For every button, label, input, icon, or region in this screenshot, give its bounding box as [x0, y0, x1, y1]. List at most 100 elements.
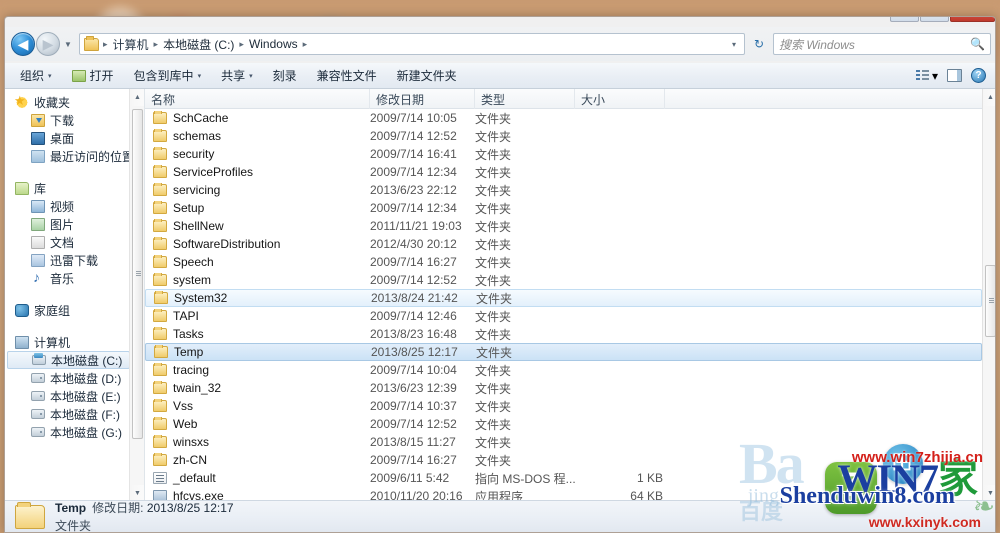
- table-row[interactable]: system 2009/7/14 12:52 文件夹: [145, 271, 982, 289]
- sidebar-item-pictures[interactable]: 图片: [5, 215, 144, 233]
- close-button[interactable]: ✕: [950, 17, 995, 22]
- file-type-cell: 文件夹: [475, 399, 512, 414]
- column-header-name[interactable]: 名称: [145, 89, 370, 109]
- table-row[interactable]: schemas 2009/7/14 12:52 文件夹: [145, 127, 982, 145]
- file-name-cell: zh-CN: [145, 453, 370, 467]
- table-row[interactable]: SoftwareDistribution 2012/4/30 20:12 文件夹: [145, 235, 982, 253]
- share-button[interactable]: 共享 ▾: [212, 65, 262, 87]
- sidebar-item-local-disk-f[interactable]: 本地磁盘 (F:): [5, 405, 144, 423]
- table-row[interactable]: ServiceProfiles 2009/7/14 12:34 文件夹: [145, 163, 982, 181]
- scrollbar-thumb[interactable]: [985, 265, 995, 337]
- burn-button[interactable]: 刻录: [264, 65, 306, 87]
- chevron-down-icon: ▼: [64, 39, 72, 49]
- file-type-cell: 文件夹: [475, 111, 512, 126]
- breadcrumb-item-windows[interactable]: Windows: [246, 37, 301, 51]
- table-row[interactable]: servicing 2013/6/23 22:12 文件夹: [145, 181, 982, 199]
- folder-icon: [153, 255, 167, 268]
- downloads-icon: [31, 113, 45, 127]
- column-label: 大小: [581, 92, 606, 107]
- scroll-up-icon[interactable]: ▲: [130, 89, 144, 106]
- maximize-button[interactable]: [920, 17, 949, 22]
- sidebar-item-local-disk-e[interactable]: 本地磁盘 (E:): [5, 387, 144, 405]
- table-row[interactable]: winsxs 2013/8/15 11:27 文件夹: [145, 433, 982, 451]
- sidebar-item-thunder-download[interactable]: 迅雷下载: [5, 251, 144, 269]
- sidebar-item-local-disk-c[interactable]: 本地磁盘 (C:): [7, 351, 130, 369]
- file-name-cell: SchCache: [145, 111, 370, 125]
- details-date-label: 修改日期:: [92, 501, 144, 515]
- table-row[interactable]: TAPI 2009/7/14 12:46 文件夹: [145, 307, 982, 325]
- organize-button[interactable]: 组织 ▾: [11, 65, 61, 87]
- table-row[interactable]: ShellNew 2011/11/21 19:03 文件夹: [145, 217, 982, 235]
- breadcrumb-item-local-disk[interactable]: 本地磁盘 (C:): [160, 36, 237, 53]
- search-icon: 🔍: [970, 37, 985, 51]
- column-header-size[interactable]: 大小: [575, 89, 665, 109]
- file-type-cell: 文件夹: [475, 453, 512, 468]
- file-list-scrollbar[interactable]: ▲ ▼: [982, 89, 995, 502]
- include-in-library-button[interactable]: 包含到库中 ▾: [125, 65, 211, 87]
- scroll-up-icon[interactable]: ▲: [983, 89, 995, 106]
- file-type-cell: 文件夹: [475, 219, 512, 234]
- refresh-button[interactable]: ↻: [748, 33, 770, 55]
- chevron-down-icon[interactable]: ▾: [728, 40, 740, 49]
- folder-icon: [153, 201, 167, 214]
- file-name-label: twain_32: [173, 381, 222, 395]
- file-type-cell: 文件夹: [475, 129, 512, 144]
- column-header-type[interactable]: 类型: [475, 89, 575, 109]
- open-button[interactable]: 打开: [63, 65, 123, 87]
- sidebar-item-documents[interactable]: 文档: [5, 233, 144, 251]
- sidebar-item-desktop[interactable]: 桌面: [5, 129, 144, 147]
- include-in-library-label: 包含到库中: [133, 69, 194, 83]
- table-row[interactable]: twain_32 2013/6/23 12:39 文件夹: [145, 379, 982, 397]
- table-row[interactable]: tracing 2009/7/14 10:04 文件夹: [145, 361, 982, 379]
- chevron-down-icon: ▾: [249, 72, 253, 80]
- breadcrumb[interactable]: ▸ 计算机 ▸ 本地磁盘 (C:) ▸ Windows ▸ ▾: [79, 33, 745, 55]
- compatibility-files-button[interactable]: 兼容性文件: [308, 65, 386, 87]
- help-button[interactable]: ?: [968, 65, 989, 87]
- table-row[interactable]: security 2009/7/14 16:41 文件夹: [145, 145, 982, 163]
- sidebar-item-videos[interactable]: 视频: [5, 197, 144, 215]
- table-row[interactable]: Setup 2009/7/14 12:34 文件夹: [145, 199, 982, 217]
- sidebar-item-recent-places[interactable]: 最近访问的位置: [5, 147, 144, 165]
- new-folder-button[interactable]: 新建文件夹: [388, 65, 466, 87]
- file-date-cell: 2009/6/11 5:42: [370, 471, 450, 485]
- breadcrumb-item-computer[interactable]: 计算机: [110, 36, 152, 53]
- forward-button[interactable]: ▶: [36, 32, 60, 56]
- sidebar-item-music[interactable]: 音乐: [5, 269, 144, 287]
- table-row[interactable]: SchCache 2009/7/14 10:05 文件夹: [145, 109, 982, 127]
- sidebar-item-downloads[interactable]: 下载: [5, 111, 144, 129]
- table-row[interactable]: zh-CN 2009/7/14 16:27 文件夹: [145, 451, 982, 469]
- file-type-cell: 文件夹: [475, 309, 512, 324]
- table-row[interactable]: Speech 2009/7/14 16:27 文件夹: [145, 253, 982, 271]
- file-type-cell: 文件夹: [475, 201, 512, 216]
- sidebar-item-homegroup[interactable]: 家庭组: [5, 301, 144, 319]
- folder-icon: [153, 417, 167, 430]
- change-view-button[interactable]: ▾: [913, 65, 941, 87]
- details-name: Temp: [55, 501, 87, 515]
- column-label: 类型: [481, 92, 506, 107]
- search-input[interactable]: 搜索 Windows 🔍: [773, 33, 991, 55]
- column-header-date[interactable]: 修改日期: [370, 89, 475, 109]
- scrollbar-thumb[interactable]: [132, 109, 143, 439]
- table-row[interactable]: Tasks 2013/8/23 16:48 文件夹: [145, 325, 982, 343]
- table-row[interactable]: Vss 2009/7/14 10:37 文件夹: [145, 397, 982, 415]
- toolbar-right-group: ▾ ?: [913, 65, 991, 87]
- file-date-cell: 2009/7/14 16:27: [370, 255, 457, 269]
- sidebar-item-local-disk-d[interactable]: 本地磁盘 (D:): [5, 369, 144, 387]
- table-row[interactable]: System32 2013/8/24 21:42 文件夹: [145, 289, 982, 307]
- recent-locations-button[interactable]: ▼: [61, 40, 75, 49]
- sidebar-item-local-disk-g[interactable]: 本地磁盘 (G:): [5, 423, 144, 441]
- folder-icon: [153, 183, 167, 196]
- table-row[interactable]: Temp 2013/8/25 12:17 文件夹: [145, 343, 982, 361]
- file-date-cell: 2013/6/23 22:12: [370, 183, 457, 197]
- table-row[interactable]: Web 2009/7/14 12:52 文件夹: [145, 415, 982, 433]
- preview-pane-button[interactable]: [944, 65, 965, 87]
- sidebar-scrollbar[interactable]: ▲ ▼: [129, 89, 144, 502]
- table-row[interactable]: _default 2009/6/11 5:42 指向 MS-DOS 程... 1 KB: [145, 469, 982, 487]
- back-button[interactable]: ◀: [11, 32, 35, 56]
- sidebar-item-favorites[interactable]: 收藏夹: [5, 93, 144, 111]
- sidebar-item-computer[interactable]: 计算机: [5, 333, 144, 351]
- file-type-cell: 文件夹: [476, 345, 513, 360]
- minimize-button[interactable]: [890, 17, 919, 22]
- sidebar-item-libraries[interactable]: 库: [5, 179, 144, 197]
